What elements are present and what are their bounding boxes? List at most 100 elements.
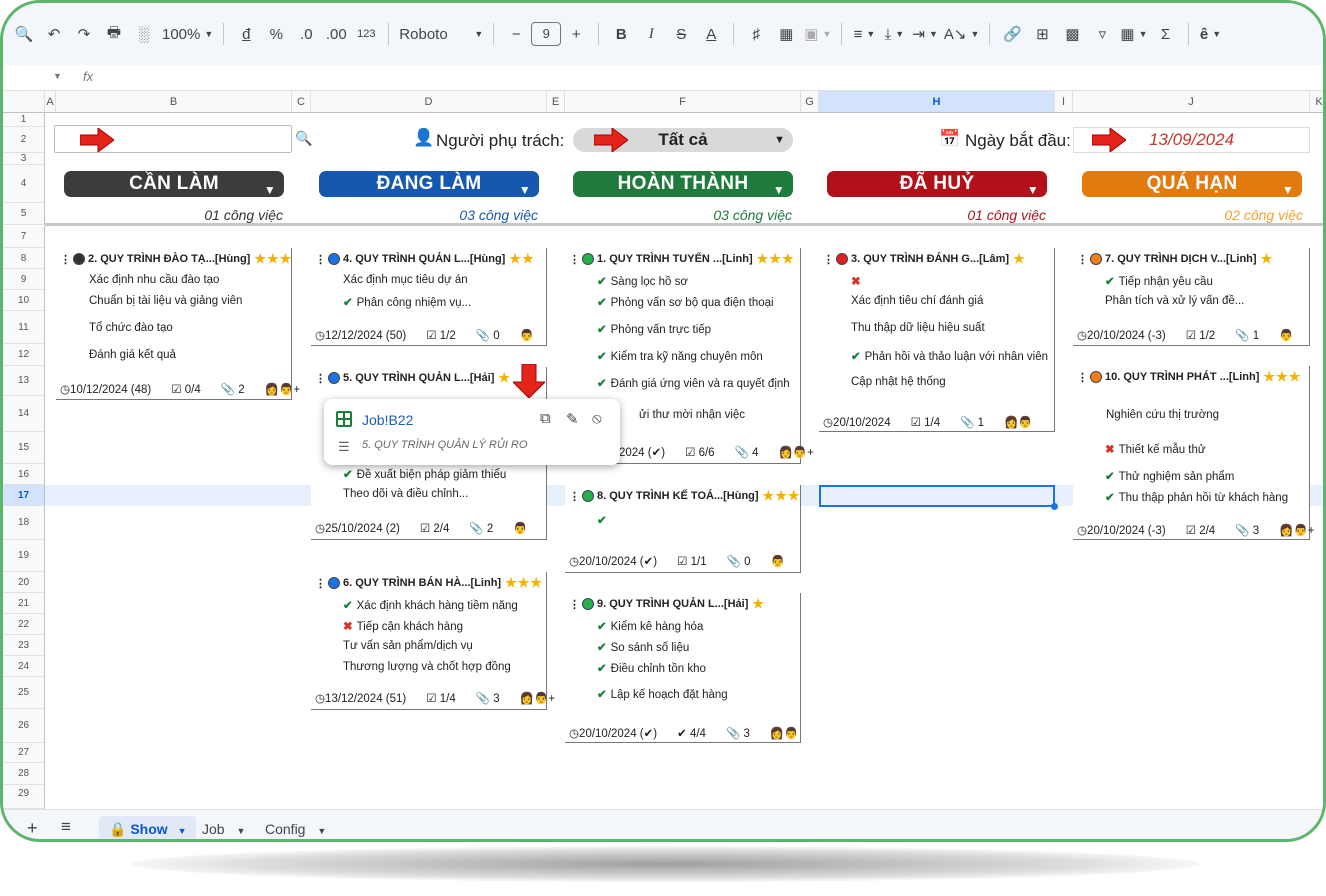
column-header-a[interactable]: A [45,91,56,113]
row-header-13[interactable]: 13 [3,366,45,396]
column-header-c[interactable]: C [292,91,311,113]
sheet-tab-show[interactable]: 🔒 Show ▼ [99,816,197,839]
formula-input[interactable] [113,67,1303,87]
column-header-f[interactable]: F [565,91,801,113]
column-header-i[interactable]: I [1055,91,1073,113]
row-header-23[interactable]: 23 [3,635,45,656]
drag-handle-icon[interactable]: ⋮ [1077,253,1088,266]
print-icon[interactable]: 🖶 [102,20,126,48]
row-header-15[interactable]: 15 [3,432,45,464]
row-header-25[interactable]: 25 [3,677,45,709]
decrease-decimal-button[interactable]: .0 [294,20,318,48]
row-header-3[interactable]: 3 [3,153,45,165]
sheet-tab-config[interactable]: Config ▼ [255,816,336,839]
text-color-button[interactable]: A [699,20,723,48]
italic-button[interactable]: I [639,20,663,48]
name-box-dropdown-icon[interactable]: ▼ [53,71,62,81]
link-ref[interactable]: Job!B22 [362,412,413,428]
row-header-12[interactable]: 12 [3,344,45,366]
horizontal-align-icon[interactable]: ≡ ▼ [852,20,876,48]
row-header-4[interactable]: 4 [3,165,45,203]
row-header-22[interactable]: 22 [3,614,45,635]
merge-cells-icon[interactable]: ▣ ▼ [804,20,831,48]
column-header-b[interactable]: B [56,91,292,113]
column-doing-header[interactable]: ĐANG LÀM ▼ [319,171,539,197]
row-header-21[interactable]: 21 [3,593,45,614]
unlink-icon[interactable]: ⦸ [592,410,602,427]
column-header-j[interactable]: J [1073,91,1310,113]
task-card[interactable]: ⋮ 7. QUY TRÌNH DỊCH V...[Linh] ★ ✔ Tiếp nhậ… [1073,248,1310,346]
task-card[interactable]: ⋮ 10. QUY TRÌNH PHÁT ...[Linh] ★★★ Nghiên … [1073,366,1314,540]
row-header-14[interactable]: 14 [3,396,45,432]
drag-handle-icon[interactable]: ⋮ [315,253,326,266]
row-header-18[interactable]: 18 [3,506,45,540]
search-menus-icon[interactable]: 🔍 [12,20,36,48]
column-header-k[interactable]: K [1310,91,1323,113]
column-todo-header[interactable]: CẦN LÀM ▼ [64,171,284,197]
insert-link-icon[interactable]: 🔗 [1000,20,1024,48]
borders-icon[interactable]: ▦ [774,20,798,48]
font-select[interactable]: Roboto ▼ [399,20,483,48]
font-size-decrease-button[interactable]: − [504,20,528,48]
currency-format-button[interactable]: đ [234,20,258,48]
drag-handle-icon[interactable]: ⋮ [569,490,580,503]
row-header-11[interactable]: 11 [3,311,45,344]
all-sheets-icon[interactable]: ≡ [61,817,71,837]
corner-cell[interactable] [3,91,45,113]
filter-views-icon[interactable]: ▦ ▼ [1120,20,1147,48]
drag-handle-icon[interactable]: ⋮ [569,253,580,266]
fill-color-icon[interactable]: ♯ [744,20,768,48]
column-header-d[interactable]: D [311,91,547,113]
text-wrapping-icon[interactable]: ⇥ ▼ [912,20,938,48]
drag-handle-icon[interactable]: ⋮ [823,253,834,266]
task-card[interactable]: ⋮ 3. QUY TRÌNH ĐÁNH G...[Lâm] ★ ✖ Xác định… [819,248,1055,432]
row-header-27[interactable]: 27 [3,743,45,763]
font-size-input[interactable]: 9 [531,22,562,46]
redo-icon[interactable]: ↷ [72,20,96,48]
insert-comment-icon[interactable]: ⊞ [1030,20,1054,48]
row-header-24[interactable]: 24 [3,656,45,677]
task-card[interactable]: ⋮ 2. QUY TRÌNH ĐÀO TẠ...[Hùng] ★★★ Xác địn… [56,248,300,400]
vertical-align-icon[interactable]: ⤓ ▼ [882,20,906,48]
row-header-17[interactable]: 17 [3,485,45,506]
column-overdue-header[interactable]: QUÁ HẠN ▼ [1082,171,1302,197]
row-header-16[interactable]: 16 [3,464,45,485]
drag-handle-icon[interactable]: ⋮ [569,598,580,611]
zoom-select[interactable]: 100% ▼ [162,20,213,48]
drag-handle-icon[interactable]: ⋮ [60,253,71,266]
column-header-g[interactable]: G [801,91,819,113]
more-formats-button[interactable]: 123 [354,20,378,48]
drag-handle-icon[interactable]: ⋮ [1077,371,1088,384]
task-card[interactable]: ⋮ 9. QUY TRÌNH QUẢN L...[Hải] ★ ✔ Kiểm kê h… [565,593,801,743]
bold-button[interactable]: B [609,20,633,48]
copy-icon[interactable]: ⧉ [540,410,551,427]
row-header-7[interactable]: 7 [3,226,45,248]
task-card[interactable]: ⋮ 4. QUY TRÌNH QUẢN L...[Hùng] ★★ Xác định… [311,248,547,346]
increase-decimal-button[interactable]: .00 [324,20,348,48]
row-header-29[interactable]: 29 [3,785,45,809]
column-header-h[interactable]: H [819,91,1055,113]
row-header-28[interactable]: 28 [3,763,45,785]
sheet-tab-job[interactable]: Job ▼ [192,816,255,839]
text-rotation-icon[interactable]: A↘ ▼ [944,20,980,48]
drag-handle-icon[interactable]: ⋮ [315,577,326,590]
row-header-20[interactable]: 20 [3,572,45,593]
fill-handle[interactable] [1051,503,1058,510]
task-card[interactable]: ⋮ 8. QUY TRÌNH KẾ TOÁ...[Hùng] ★★★ ✔ ◷20/1… [565,485,801,573]
row-header-10[interactable]: 10 [3,290,45,311]
paint-format-icon[interactable]: ░ [132,20,156,48]
column-done-header[interactable]: HOÀN THÀNH ▼ [573,171,793,197]
filter-icon[interactable]: ▿ [1090,20,1114,48]
edit-icon[interactable]: ✎ [566,410,579,428]
row-header-8[interactable]: 8 [3,248,45,269]
drag-handle-icon[interactable]: ⋮ [315,372,326,385]
insert-chart-icon[interactable]: ▩ [1060,20,1084,48]
add-sheet-icon[interactable]: + [27,818,38,839]
selected-cell[interactable] [819,485,1055,507]
row-header-9[interactable]: 9 [3,269,45,290]
column-cancelled-header[interactable]: ĐÃ HUỶ ▼ [827,171,1047,197]
undo-icon[interactable]: ↶ [42,20,66,48]
search-icon[interactable]: 🔍 [295,130,312,147]
row-header-19[interactable]: 19 [3,540,45,572]
row-header-5[interactable]: 5 [3,203,45,225]
